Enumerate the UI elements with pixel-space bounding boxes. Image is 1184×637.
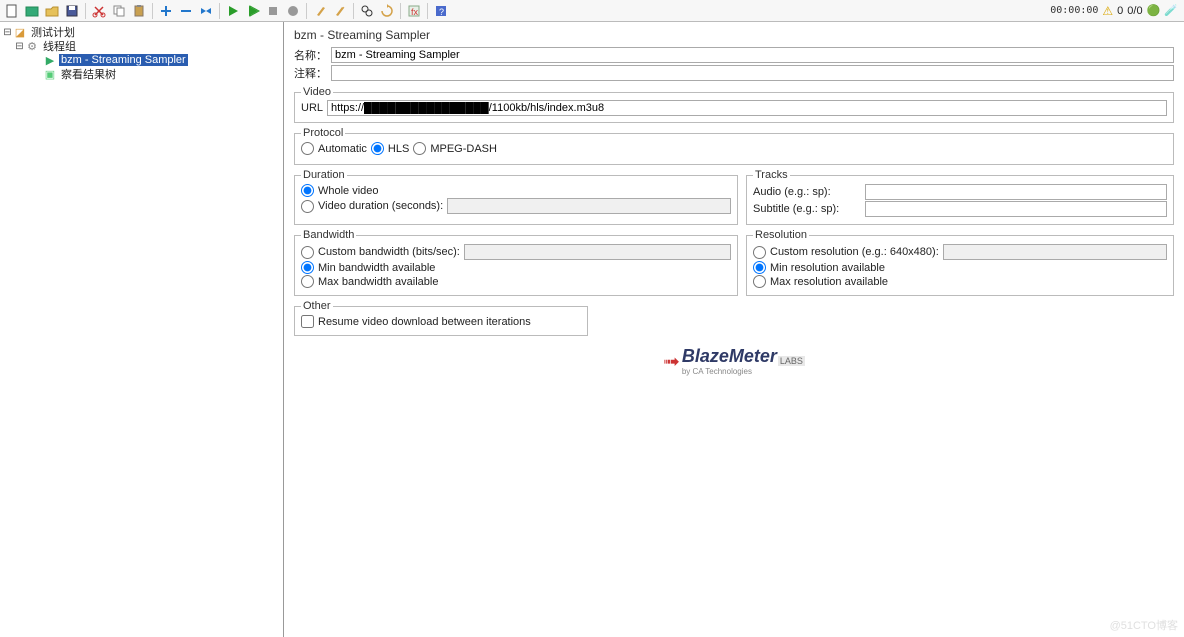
tracks-fieldset: Tracks Audio (e.g.: sp): Subtitle (e.g.:… bbox=[746, 169, 1174, 225]
duration-fieldset: Duration Whole video Video duration (sec… bbox=[294, 169, 738, 225]
audio-label: Audio (e.g.: sp): bbox=[753, 186, 861, 198]
tree-view-results[interactable]: ▣察看结果树 bbox=[2, 67, 283, 81]
resolution-fieldset: Resolution Custom resolution (e.g.: 640x… bbox=[746, 229, 1174, 296]
toggle-icon[interactable] bbox=[196, 1, 216, 21]
url-input[interactable] bbox=[327, 100, 1167, 116]
duration-seconds-radio[interactable] bbox=[301, 200, 314, 213]
panel-title: bzm - Streaming Sampler bbox=[284, 22, 1184, 46]
watermark: @51CTO博客 bbox=[1110, 617, 1178, 633]
help-icon[interactable]: ? bbox=[431, 1, 451, 21]
resolution-legend: Resolution bbox=[753, 229, 809, 241]
shutdown-icon[interactable] bbox=[283, 1, 303, 21]
elapsed-timer: 00:00:00 bbox=[1050, 5, 1098, 16]
protocol-hls-radio[interactable] bbox=[371, 142, 384, 155]
stop-icon[interactable] bbox=[263, 1, 283, 21]
expand-icon[interactable] bbox=[156, 1, 176, 21]
thread-count: 0/0 bbox=[1127, 5, 1142, 17]
protocol-fieldset: Protocol Automatic HLS MPEG-DASH bbox=[294, 127, 1174, 165]
templates-icon[interactable] bbox=[22, 1, 42, 21]
test-plan-tree[interactable]: ⊟◪测试计划 ⊟⚙线程组 ▶bzm - Streaming Sampler ▣察… bbox=[0, 22, 284, 637]
bandwidth-max-radio[interactable] bbox=[301, 275, 314, 288]
start-no-timers-icon[interactable] bbox=[243, 1, 263, 21]
start-icon[interactable] bbox=[223, 1, 243, 21]
tree-streaming-sampler[interactable]: ▶bzm - Streaming Sampler bbox=[2, 53, 283, 67]
tree-thread-group[interactable]: ⊟⚙线程组 bbox=[2, 39, 283, 53]
new-icon[interactable] bbox=[2, 1, 22, 21]
save-icon[interactable] bbox=[62, 1, 82, 21]
main-toolbar: fx ? 00:00:00 ⚠ 0 0/0 🟢 🧪 bbox=[0, 0, 1184, 22]
other-legend: Other bbox=[301, 300, 333, 312]
protocol-legend: Protocol bbox=[301, 127, 345, 139]
warning-count: 0 bbox=[1117, 5, 1123, 17]
copy-icon[interactable] bbox=[109, 1, 129, 21]
comment-label: 注释： bbox=[294, 65, 327, 81]
duration-whole-radio[interactable] bbox=[301, 184, 314, 197]
clear-all-icon[interactable] bbox=[330, 1, 350, 21]
svg-text:fx: fx bbox=[411, 7, 419, 17]
tree-test-plan[interactable]: ⊟◪测试计划 bbox=[2, 25, 283, 39]
protocol-dash-radio[interactable] bbox=[413, 142, 426, 155]
video-legend: Video bbox=[301, 86, 333, 98]
duration-seconds-input[interactable] bbox=[447, 198, 731, 214]
search-icon[interactable] bbox=[357, 1, 377, 21]
reset-search-icon[interactable] bbox=[377, 1, 397, 21]
name-label: 名称： bbox=[294, 47, 327, 63]
audio-input[interactable] bbox=[865, 184, 1167, 200]
subtitle-input[interactable] bbox=[865, 201, 1167, 217]
subtitle-label: Subtitle (e.g.: sp): bbox=[753, 203, 861, 215]
clear-icon[interactable] bbox=[310, 1, 330, 21]
cut-icon[interactable] bbox=[89, 1, 109, 21]
bandwidth-legend: Bandwidth bbox=[301, 229, 356, 241]
protocol-automatic-radio[interactable] bbox=[301, 142, 314, 155]
open-icon[interactable] bbox=[42, 1, 62, 21]
tracks-legend: Tracks bbox=[753, 169, 790, 181]
svg-text:?: ? bbox=[439, 7, 444, 17]
warning-icon[interactable]: ⚠ bbox=[1102, 4, 1113, 18]
resume-checkbox[interactable] bbox=[301, 315, 314, 328]
paste-icon[interactable] bbox=[129, 1, 149, 21]
bandwidth-fieldset: Bandwidth Custom bandwidth (bits/sec): M… bbox=[294, 229, 738, 296]
bandwidth-custom-input[interactable] bbox=[464, 244, 731, 260]
collapse-icon[interactable] bbox=[176, 1, 196, 21]
name-input[interactable] bbox=[331, 47, 1174, 63]
function-helper-icon[interactable]: fx bbox=[404, 1, 424, 21]
sampler-panel: bzm - Streaming Sampler 名称： 注释： Video UR… bbox=[284, 22, 1184, 637]
resolution-min-radio[interactable] bbox=[753, 261, 766, 274]
url-label: URL bbox=[301, 102, 323, 114]
bandwidth-custom-radio[interactable] bbox=[301, 246, 314, 259]
other-fieldset: Other Resume video download between iter… bbox=[294, 300, 588, 336]
comment-input[interactable] bbox=[331, 65, 1174, 81]
duration-legend: Duration bbox=[301, 169, 347, 181]
video-fieldset: Video URL bbox=[294, 86, 1174, 123]
resolution-custom-radio[interactable] bbox=[753, 246, 766, 259]
resolution-custom-input[interactable] bbox=[943, 244, 1167, 260]
jmeter-icon: 🧪 bbox=[1164, 4, 1178, 17]
bandwidth-min-radio[interactable] bbox=[301, 261, 314, 274]
blazemeter-logo: ➟ BlazeMeter by CA Technologies LABS bbox=[284, 346, 1184, 376]
active-threads-icon: 🟢 bbox=[1147, 4, 1161, 17]
resolution-max-radio[interactable] bbox=[753, 275, 766, 288]
